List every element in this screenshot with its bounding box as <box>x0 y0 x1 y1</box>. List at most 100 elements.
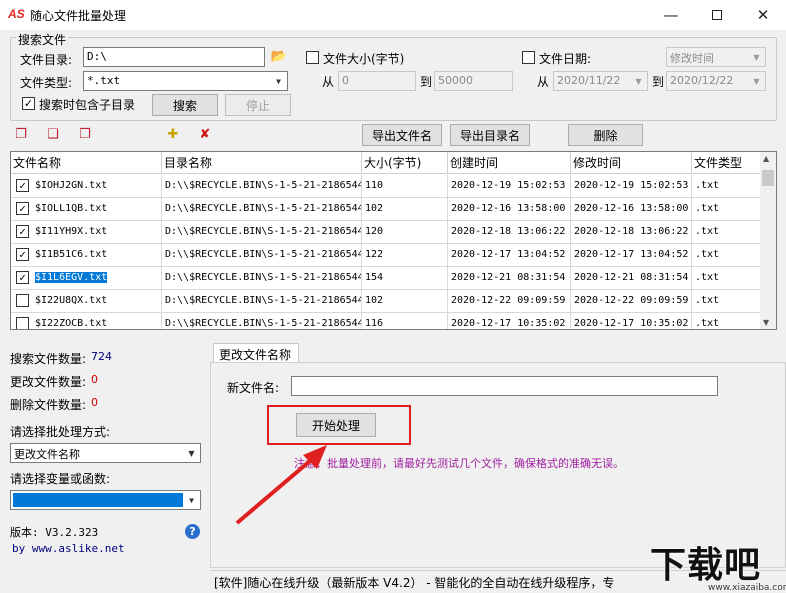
column-header[interactable]: 目录名称 <box>162 152 362 174</box>
cell-size[interactable]: 120 <box>362 221 448 244</box>
dir-input[interactable]: D:\ <box>83 47 265 67</box>
date-to-picker[interactable]: 2020/12/22 ▼ <box>666 71 766 91</box>
cell-modified[interactable]: 2020-12-17 13:04:52 <box>571 244 692 267</box>
scroll-thumb[interactable] <box>762 170 774 186</box>
new-name-input[interactable] <box>291 376 718 396</box>
folder-open-icon[interactable]: 📂 <box>270 49 288 65</box>
size-to-input[interactable]: 50000 <box>434 71 513 91</box>
date-mode-select[interactable]: 修改时间 ▼ <box>666 47 766 67</box>
export-files-button[interactable]: 导出文件名 <box>362 124 442 146</box>
cell-size[interactable]: 102 <box>362 198 448 221</box>
add-files-icon[interactable]: ✚ <box>164 127 182 143</box>
cell-created[interactable]: 2020-12-17 13:04:52 <box>448 244 571 267</box>
stop-button[interactable]: 停止 <box>225 94 291 116</box>
table-row[interactable]: $I22ZOCB.txt D:\\$RECYCLE.BIN\S-1-5-21-21… <box>11 313 761 329</box>
minimize-button[interactable]: — <box>648 0 694 30</box>
cell-dir[interactable]: D:\\$RECYCLE.BIN\S-1-5-21-2186544 <box>162 267 362 290</box>
cell-created[interactable]: 2020-12-18 13:06:22 <box>448 221 571 244</box>
cell-filename[interactable]: ✓ $I1L6EGV.txt <box>11 267 162 290</box>
check-all-icon[interactable]: ❐ <box>12 127 30 143</box>
cell-created[interactable]: 2020-12-17 10:35:02 <box>448 313 571 329</box>
cell-ext[interactable]: .txt <box>692 221 761 244</box>
row-checkbox[interactable]: ✓ <box>16 271 29 284</box>
delete-button[interactable]: 删除 <box>568 124 643 146</box>
row-checkbox[interactable] <box>16 294 29 307</box>
scroll-down-icon[interactable]: ▼ <box>763 318 769 327</box>
table-row[interactable]: ✓ $I1L6EGV.txt D:\\$RECYCLE.BIN\S-1-5-21-2… <box>11 267 761 290</box>
cell-dir[interactable]: D:\\$RECYCLE.BIN\S-1-5-21-2186544 <box>162 198 362 221</box>
cell-dir[interactable]: D:\\$RECYCLE.BIN\S-1-5-21-2186544 <box>162 244 362 267</box>
row-checkbox[interactable] <box>16 317 29 329</box>
variable-select[interactable]: ▼ <box>10 490 201 510</box>
cell-dir[interactable]: D:\\$RECYCLE.BIN\S-1-5-21-2186544 <box>162 313 362 329</box>
cell-created[interactable]: 2020-12-21 08:31:54 <box>448 267 571 290</box>
close-button[interactable]: ✕ <box>740 0 786 30</box>
cell-size[interactable]: 110 <box>362 175 448 198</box>
table-row[interactable]: ✓ $I1B51C6.txt D:\\$RECYCLE.BIN\S-1-5-21-2… <box>11 244 761 267</box>
include-subdirs-checkbox[interactable]: ✓ <box>22 97 35 110</box>
column-header[interactable]: 创建时间 <box>448 152 571 174</box>
cell-filename[interactable]: ✓ $I11YH9X.txt <box>11 221 162 244</box>
column-header[interactable]: 修改时间 <box>571 152 692 174</box>
cell-modified[interactable]: 2020-12-19 15:02:53 <box>571 175 692 198</box>
cell-size[interactable]: 116 <box>362 313 448 329</box>
cell-modified[interactable]: 2020-12-17 10:35:02 <box>571 313 692 329</box>
date-filter-checkbox[interactable] <box>522 51 535 64</box>
date-from-picker[interactable]: 2020/11/22 ▼ <box>553 71 648 91</box>
cell-dir[interactable]: D:\\$RECYCLE.BIN\S-1-5-21-2186544 <box>162 290 362 313</box>
size-from-input[interactable]: 0 <box>338 71 416 91</box>
cell-created[interactable]: 2020-12-22 09:09:59 <box>448 290 571 313</box>
cell-modified[interactable]: 2020-12-21 08:31:54 <box>571 267 692 290</box>
website-link[interactable]: by www.aslike.net <box>12 542 125 555</box>
size-filter-checkbox[interactable] <box>306 51 319 64</box>
cell-filename[interactable]: ✓ $IOHJ2GN.txt <box>11 175 162 198</box>
remove-files-icon[interactable]: ✘ <box>196 127 214 143</box>
table-row[interactable]: ✓ $IOLL1QB.txt D:\\$RECYCLE.BIN\S-1-5-21-2… <box>11 198 761 221</box>
cell-ext[interactable]: .txt <box>692 244 761 267</box>
filename-text: $I11YH9X.txt <box>35 226 108 237</box>
row-checkbox[interactable]: ✓ <box>16 202 29 215</box>
cell-ext[interactable]: .txt <box>692 290 761 313</box>
filename-text: $I1L6EGV.txt <box>35 272 108 283</box>
cell-modified[interactable]: 2020-12-18 13:06:22 <box>571 221 692 244</box>
row-checkbox[interactable]: ✓ <box>16 248 29 261</box>
cell-dir[interactable]: D:\\$RECYCLE.BIN\S-1-5-21-2186544 <box>162 221 362 244</box>
maximize-button[interactable] <box>694 0 740 30</box>
file-table[interactable]: 文件名称 目录名称 大小(字节) 创建时间 修改时间 文件类型 ✓ $IOHJ2G… <box>10 151 777 330</box>
scroll-up-icon[interactable]: ▲ <box>763 154 769 163</box>
chevron-down-icon: ▼ <box>631 73 646 89</box>
method-select[interactable]: 更改文件名称 ▼ <box>10 443 201 463</box>
table-row[interactable]: ✓ $I11YH9X.txt D:\\$RECYCLE.BIN\S-1-5-21-2… <box>11 221 761 244</box>
column-header[interactable]: 文件类型 <box>692 152 761 174</box>
cell-ext[interactable]: .txt <box>692 198 761 221</box>
cell-created[interactable]: 2020-12-19 15:02:53 <box>448 175 571 198</box>
table-row[interactable]: ✓ $IOHJ2GN.txt D:\\$RECYCLE.BIN\S-1-5-21-2… <box>11 175 761 198</box>
cell-size[interactable]: 102 <box>362 290 448 313</box>
cell-size[interactable]: 154 <box>362 267 448 290</box>
tab-rename[interactable]: 更改文件名称 <box>213 343 299 363</box>
uncheck-all-icon[interactable]: ❑ <box>44 127 62 143</box>
table-row[interactable]: $I22U8QX.txt D:\\$RECYCLE.BIN\S-1-5-21-21… <box>11 290 761 313</box>
cell-created[interactable]: 2020-12-16 13:58:00 <box>448 198 571 221</box>
row-checkbox[interactable]: ✓ <box>16 179 29 192</box>
cell-ext[interactable]: .txt <box>692 175 761 198</box>
table-scrollbar[interactable]: ▲ ▼ <box>760 152 776 329</box>
invert-check-icon[interactable]: ❒ <box>76 127 94 143</box>
type-select[interactable]: *.txt ▼ <box>83 71 288 91</box>
cell-modified[interactable]: 2020-12-16 13:58:00 <box>571 198 692 221</box>
help-icon[interactable]: ? <box>185 524 200 539</box>
cell-size[interactable]: 122 <box>362 244 448 267</box>
cell-modified[interactable]: 2020-12-22 09:09:59 <box>571 290 692 313</box>
cell-ext[interactable]: .txt <box>692 267 761 290</box>
cell-ext[interactable]: .txt <box>692 313 761 329</box>
column-header[interactable]: 大小(字节) <box>362 152 448 174</box>
cell-filename[interactable]: ✓ $IOLL1QB.txt <box>11 198 162 221</box>
search-button[interactable]: 搜索 <box>152 94 218 116</box>
cell-filename[interactable]: ✓ $I1B51C6.txt <box>11 244 162 267</box>
column-header[interactable]: 文件名称 <box>11 152 162 174</box>
cell-dir[interactable]: D:\\$RECYCLE.BIN\S-1-5-21-2186544 <box>162 175 362 198</box>
cell-filename[interactable]: $I22U8QX.txt <box>11 290 162 313</box>
cell-filename[interactable]: $I22ZOCB.txt <box>11 313 162 329</box>
export-dirs-button[interactable]: 导出目录名 <box>450 124 530 146</box>
row-checkbox[interactable]: ✓ <box>16 225 29 238</box>
